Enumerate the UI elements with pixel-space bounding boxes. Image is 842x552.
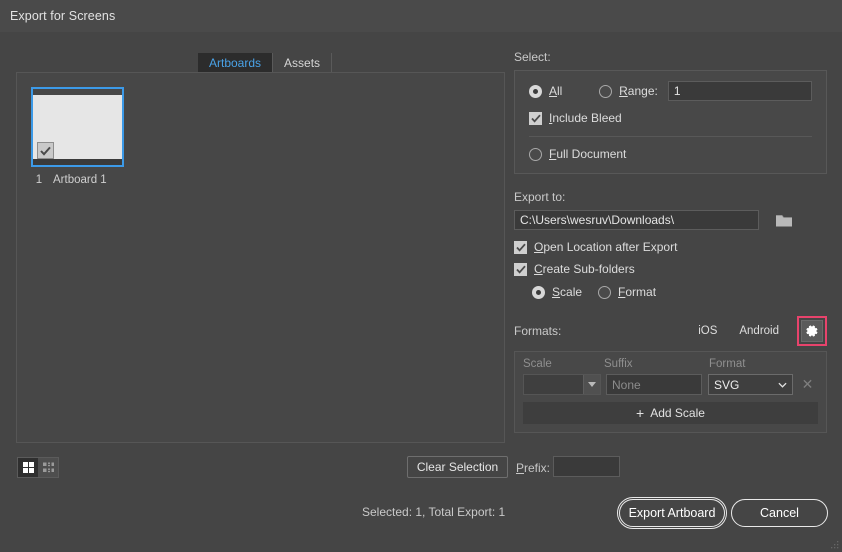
artboards-panel[interactable]: 1 Artboard 1 [16, 72, 505, 443]
export-to-section: Export to: C:\Users\wesruv\Downloads\ Op… [514, 190, 827, 299]
clear-selection-button[interactable]: Clear Selection [407, 456, 508, 478]
prefix-label: Prefix: [516, 461, 551, 475]
formats-column-headers: Scale Suffix Format [523, 358, 818, 370]
radio-subfolder-scale-label: Scale [552, 285, 583, 299]
radio-subfolder-format-label: Format [618, 285, 657, 299]
column-header-suffix: Suffix [604, 358, 633, 370]
export-path-row: C:\Users\wesruv\Downloads\ [514, 210, 827, 230]
formats-box: Scale Suffix Format None SVG ✕ + Add Sca… [514, 351, 827, 433]
export-to-heading: Export to: [514, 190, 566, 204]
tab-assets[interactable]: Assets [273, 53, 333, 72]
list-view-button[interactable] [38, 458, 58, 477]
open-location-row: Open Location after Export [514, 240, 827, 254]
cancel-button[interactable]: Cancel [731, 499, 828, 527]
column-header-format: Format [709, 358, 746, 370]
folder-browse-button[interactable] [774, 212, 794, 229]
radio-all-label: AAllll [549, 84, 563, 98]
radio-range-label: Range: [619, 84, 658, 98]
artboard-label: 1 Artboard 1 [31, 174, 124, 186]
view-toggle-group [17, 457, 59, 478]
add-scale-label: Add Scale [650, 406, 705, 420]
formats-heading: Formats: [514, 324, 562, 338]
radio-subfolder-scale[interactable] [532, 285, 545, 299]
select-divider [529, 136, 812, 137]
column-header-scale: Scale [523, 358, 552, 370]
full-document-row: Full Document [529, 147, 812, 161]
format-value: SVG [714, 377, 740, 392]
scale-value [524, 375, 583, 395]
create-subfolders-row: Create Sub-folders [514, 262, 827, 276]
preset-android[interactable]: Android [739, 325, 779, 337]
folder-icon [776, 214, 792, 226]
select-heading: Select: [514, 50, 551, 64]
include-bleed-row: Include Bleed [529, 111, 812, 125]
export-artboard-button[interactable]: Export Artboard [617, 497, 727, 529]
check-icon [515, 265, 526, 274]
triangle-down-icon [588, 382, 596, 387]
add-scale-button[interactable]: + Add Scale [523, 402, 818, 424]
thumbnail-bottom-strip [33, 159, 122, 165]
options-column: Select: AAllll Range: 1 Include Bleed [514, 50, 827, 433]
radio-subfolder-format[interactable] [598, 285, 612, 299]
format-presets: iOS Android [676, 316, 827, 346]
artboard-item[interactable]: 1 Artboard 1 [31, 87, 124, 186]
title-bar: Export for Screens [0, 0, 842, 32]
artboard-thumbnail[interactable] [31, 87, 124, 167]
checkbox-create-subfolders[interactable] [514, 262, 527, 276]
thumbnail-top-strip [33, 89, 122, 95]
format-dropdown[interactable]: SVG [708, 374, 793, 395]
resize-grip-icon[interactable] [830, 540, 839, 549]
plus-icon: + [636, 405, 645, 421]
tab-bar: Artboards Assets [198, 53, 333, 72]
select-scope-row: AAllll Range: 1 [529, 81, 812, 101]
format-settings-button[interactable] [801, 320, 823, 342]
subfolder-mode-row: Scale Format [514, 285, 827, 299]
radio-full-document[interactable] [529, 147, 542, 161]
open-location-label: Open Location after Export [534, 240, 678, 254]
artboard-checkbox[interactable] [37, 142, 54, 159]
list-view-icon [42, 462, 54, 473]
radio-range[interactable] [599, 84, 613, 98]
check-icon [515, 243, 526, 252]
export-status-text: Selected: 1, Total Export: 1 [362, 505, 506, 519]
export-path-input[interactable]: C:\Users\wesruv\Downloads\ [514, 210, 759, 230]
dialog-title: Export for Screens [10, 9, 116, 23]
formats-section: Formats: iOS Android Scale Suffix Format… [514, 316, 827, 433]
include-bleed-label: Include Bleed [549, 111, 622, 125]
check-icon [530, 114, 541, 123]
suffix-input[interactable]: None [606, 374, 702, 395]
formats-header: Formats: iOS Android [514, 316, 827, 346]
chevron-down-icon [583, 375, 600, 394]
create-subfolders-label: Create Sub-folders [534, 262, 635, 276]
checkbox-open-location[interactable] [514, 240, 527, 254]
gear-icon [806, 325, 818, 337]
full-document-label: Full Document [549, 147, 627, 161]
chevron-down-icon [778, 382, 787, 388]
suffix-placeholder: None [612, 377, 641, 392]
gear-highlight-box [797, 316, 827, 346]
scale-dropdown[interactable] [523, 374, 601, 395]
tab-artboards[interactable]: Artboards [198, 53, 274, 72]
format-row: None SVG ✕ [523, 374, 818, 395]
grid-view-button[interactable] [18, 458, 38, 477]
artboard-number: 1 [35, 174, 43, 186]
preset-ios[interactable]: iOS [698, 325, 717, 337]
artboard-name: Artboard 1 [53, 174, 107, 186]
check-icon [40, 146, 51, 156]
checkbox-include-bleed[interactable] [529, 111, 542, 125]
remove-format-button[interactable]: ✕ [801, 376, 814, 393]
range-input[interactable]: 1 [667, 81, 812, 101]
prefix-input[interactable] [553, 456, 620, 477]
radio-all[interactable] [529, 84, 542, 98]
select-group: AAllll Range: 1 Include Bleed Full Docum… [514, 70, 827, 174]
grid-view-icon [22, 462, 34, 473]
export-for-screens-dialog: Export for Screens Artboards Assets 1 Ar… [0, 0, 842, 552]
